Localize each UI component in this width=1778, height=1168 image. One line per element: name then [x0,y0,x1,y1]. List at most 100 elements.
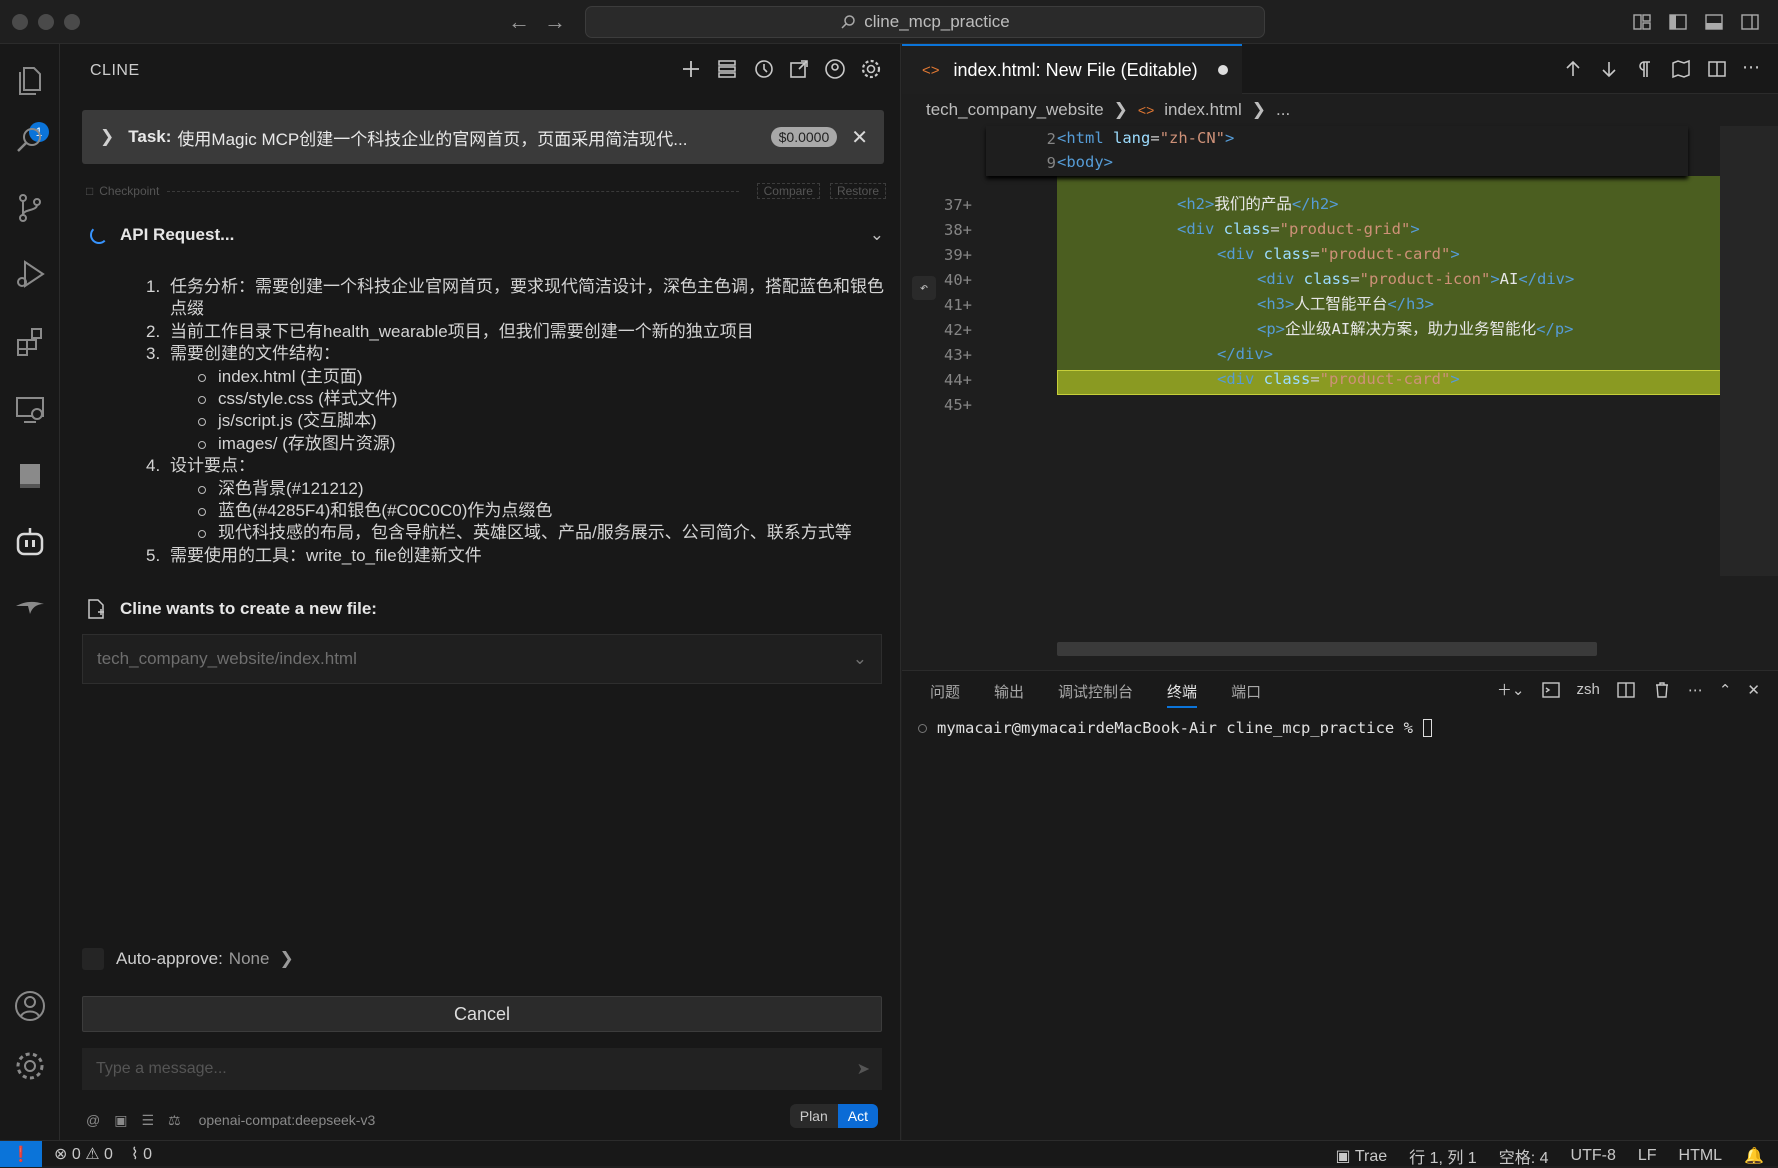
toggle-panel-icon[interactable] [1704,12,1724,32]
send-icon[interactable]: ➤ [857,1059,870,1079]
tab-ports[interactable]: 端口 [1231,681,1261,702]
manage-gear-icon[interactable] [12,1048,48,1084]
plan-button[interactable]: Plan [789,1104,838,1128]
explorer-icon[interactable] [12,62,48,98]
end-of-line[interactable]: LF [1638,1147,1657,1165]
task-header[interactable]: ❯ Task: 使用Magic MCP创建一个科技企业的官网首页，页面采用简洁现… [82,110,884,164]
chevron-down-icon[interactable]: ⌄ [870,225,884,245]
arrow-up-icon[interactable] [1562,58,1584,80]
api-request-row[interactable]: API Request... ⌄ [82,219,892,251]
command-center-search[interactable]: cline_mcp_practice [585,6,1265,38]
task-label: Task: [128,127,172,146]
extensions-icon[interactable] [12,324,48,360]
model-icon[interactable]: ⚖ [168,1112,181,1129]
trae-bird-icon[interactable] [12,590,48,626]
html-file-icon: <> [1137,102,1155,118]
code-view[interactable]: 2 <html lang="zh-CN"> 9 <body> ↶ 37+ <h2… [902,126,1778,626]
maximize-panel-icon[interactable]: ⌃ [1719,681,1732,699]
remote-explorer-icon[interactable] [12,392,48,428]
account-icon[interactable] [12,988,48,1024]
line-number: 43+ [944,346,972,364]
tab-output[interactable]: 输出 [994,681,1024,702]
forward-arrow-icon[interactable]: → [544,10,566,34]
source-control-icon[interactable] [12,190,48,226]
open-in-editor-icon[interactable] [788,58,810,80]
message-input[interactable]: Type a message... ➤ [82,1048,882,1090]
restore-button[interactable]: Restore [829,183,886,199]
breadcrumb-symbol[interactable]: ... [1276,100,1290,120]
bookmark-icon: □ [86,184,94,198]
compare-button[interactable]: Compare [756,183,820,199]
history-icon[interactable] [752,58,774,80]
toggle-primary-sidebar-icon[interactable] [1668,12,1688,32]
notebook-icon[interactable] [12,458,48,494]
tab-problems[interactable]: 问题 [930,681,960,702]
problems-indicator[interactable]: ⊗ 0 ⚠ 0 [54,1144,113,1164]
title-bar: ← → cline_mcp_practice [0,0,1778,44]
camera-icon[interactable]: ▣ [114,1112,127,1129]
minimap[interactable] [1720,126,1778,576]
mcp-servers-icon[interactable] [716,58,738,80]
tab-terminal[interactable]: 终端 [1167,681,1198,708]
mention-icon[interactable]: @ [86,1112,100,1128]
more-actions-icon[interactable]: ⋯ [1688,681,1703,699]
auto-approve-row[interactable]: Auto-approve: None ❯ [82,942,294,976]
new-terminal-plus-icon[interactable]: ＋⌄ [1497,679,1525,700]
new-file-header: Cline wants to create a new file: [82,592,892,626]
close-window-button[interactable] [12,14,28,30]
cancel-button[interactable]: Cancel [82,996,882,1032]
trae-indicator[interactable]: ▣ Trae [1336,1146,1388,1166]
terminal-output[interactable]: mymacair@mymacairdeMacBook-Air cline_mcp… [918,719,1432,737]
close-panel-icon[interactable]: ✕ [1747,681,1760,699]
more-actions-icon[interactable]: ⋯ [1742,58,1764,80]
task-plan: 1. 任务分析：需要创建一个科技企业官网首页，要求现代简洁设计，深色主色调，搭配蓝… [108,276,898,567]
account-circle-icon[interactable] [824,58,846,80]
close-task-icon[interactable]: ✕ [851,125,868,150]
editor-toolbar: ⋯ [1562,58,1764,80]
cline-robot-icon[interactable] [12,524,48,560]
chevron-down-icon[interactable]: ⌄ [853,649,867,669]
horizontal-scrollbar[interactable] [1057,642,1597,656]
server-icon[interactable]: ☰ [141,1112,154,1129]
remote-indicator-icon[interactable]: ❗ [0,1141,42,1167]
cursor-position[interactable]: 行 1, 列 1 [1409,1144,1477,1168]
chevron-right-icon[interactable]: ❯ [279,949,293,969]
arrow-down-icon[interactable] [1598,58,1620,80]
settings-gear-icon[interactable] [860,58,882,80]
back-arrow-icon[interactable]: ← [508,10,530,34]
search-icon[interactable] [12,122,48,158]
language-mode[interactable]: HTML [1679,1147,1723,1165]
shell-name[interactable]: zsh [1577,681,1600,698]
plan-act-toggle[interactable]: Plan Act [789,1104,878,1128]
trash-icon[interactable] [1652,680,1672,700]
chevron-right-icon[interactable]: ❯ [100,127,114,147]
model-selector[interactable]: openai-compat:deepseek-v3 [199,1112,376,1128]
zoom-window-button[interactable] [64,14,80,30]
minimize-window-button[interactable] [38,14,54,30]
split-editor-icon[interactable] [1706,58,1728,80]
unsaved-dot-icon[interactable] [1217,65,1228,75]
editor-area: <> index.html: New File (Editable) ⋯ tec… [902,44,1778,670]
line-number: 45+ [944,396,972,414]
new-file-path[interactable]: tech_company_website/index.html ⌄ [82,634,882,684]
open-preview-icon[interactable] [1670,58,1692,80]
act-button[interactable]: Act [837,1104,878,1128]
revert-change-icon[interactable]: ↶ [912,276,936,300]
bell-icon[interactable]: 🔔 [1744,1146,1764,1166]
run-debug-icon[interactable] [12,256,48,292]
indentation[interactable]: 空格: 4 [1499,1144,1549,1168]
breadcrumb-folder[interactable]: tech_company_website [926,100,1104,120]
encoding[interactable]: UTF-8 [1571,1147,1616,1165]
ports-indicator[interactable]: ⌇ 0 [131,1144,152,1164]
auto-approve-checkbox[interactable] [82,948,104,970]
terminal-icon[interactable] [1541,680,1561,700]
customize-layout-icon[interactable] [1632,12,1652,32]
pilcrow-icon[interactable] [1634,58,1656,80]
line-number: 9 [1046,154,1056,172]
tab-debug-console[interactable]: 调试控制台 [1058,681,1133,702]
breadcrumb-file[interactable]: index.html [1164,100,1241,120]
tab-index-html[interactable]: <> index.html: New File (Editable) [902,44,1242,94]
new-task-plus-icon[interactable] [680,58,702,80]
toggle-secondary-sidebar-icon[interactable] [1740,12,1760,32]
split-terminal-icon[interactable] [1616,680,1636,700]
